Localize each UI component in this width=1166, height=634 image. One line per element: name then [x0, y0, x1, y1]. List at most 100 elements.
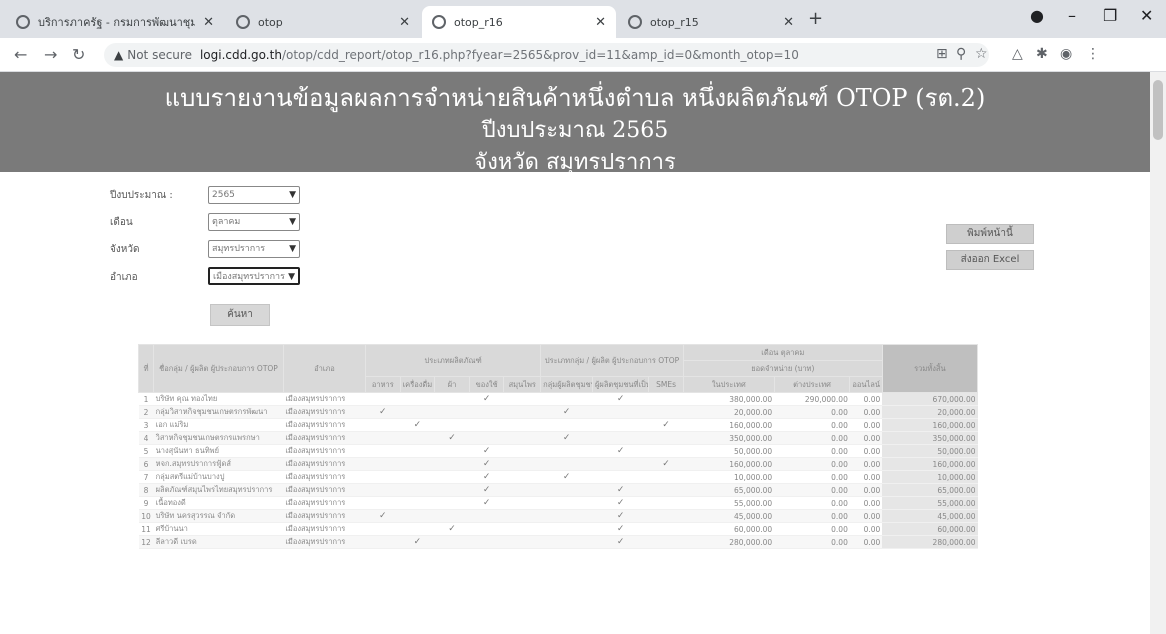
reload-icon[interactable]: ↻ — [72, 45, 85, 64]
filter-year-label: ปีงบประมาณ : — [110, 190, 173, 201]
empty-cell — [503, 457, 541, 471]
header-district: อำเภอ — [282, 344, 367, 393]
translate-icon[interactable]: ⊞ — [936, 46, 948, 62]
tab-title: otop — [258, 15, 283, 29]
check-icon: ✓ — [469, 457, 504, 471]
new-tab-icon[interactable]: + — [808, 8, 823, 29]
table-row: 10 บริษัท นครสุวรรณ จำกัด เมืองสมุทรปราการ… — [138, 509, 978, 523]
row-name: ลีลาวดี เบรด — [153, 535, 284, 549]
row-sales-foreign: 0.00 — [774, 405, 850, 419]
empty-cell — [592, 431, 649, 445]
empty-cell — [503, 496, 541, 510]
alert-icon[interactable]: △ — [1012, 46, 1023, 62]
row-sales-domestic: 160,000.00 — [683, 418, 775, 432]
report-fiscal-year: ปีงบประมาณ 2565 — [481, 118, 669, 143]
browser-tab[interactable]: otop ✕ — [226, 6, 420, 38]
row-district: เมืองสมุทรปราการ — [283, 496, 366, 510]
browser-tab[interactable]: บริการภาครัฐ - กรมการพัฒนาชุมชน ✕ — [6, 6, 224, 38]
table-row: 4 วิสาหกิจชุมชนเกษตรกรแพรกษา เมืองสมุทรปรา… — [138, 431, 978, 445]
check-icon: ✓ — [648, 418, 684, 432]
row-sales-foreign: 0.00 — [774, 509, 850, 523]
filter-province-select[interactable]: สมุทรปราการ ▼ — [208, 240, 300, 258]
row-district: เมืองสมุทรปราการ — [283, 431, 366, 445]
chevron-down-icon: ▼ — [289, 190, 296, 200]
empty-cell — [503, 483, 541, 497]
search-button[interactable]: ค้นหา — [210, 304, 270, 326]
empty-cell — [434, 535, 470, 549]
empty-cell — [400, 470, 435, 484]
empty-cell — [503, 405, 541, 419]
empty-cell — [648, 483, 684, 497]
star-icon[interactable]: ☆ — [975, 46, 988, 62]
page-scrollbar[interactable] — [1150, 72, 1166, 634]
close-icon[interactable]: ✕ — [783, 15, 794, 30]
check-icon: ✓ — [592, 509, 649, 523]
browser-tab[interactable]: otop_r15 ✕ — [618, 6, 804, 38]
window-close-icon[interactable]: ✕ — [1140, 6, 1153, 25]
print-button[interactable]: พิมพ์หน้านี้ — [946, 224, 1034, 244]
empty-cell — [434, 392, 470, 406]
table-row: 2 กลุ่มวิสาหกิจชุมชนเกษตรกรพัฒนา เมืองสมุท… — [138, 405, 978, 419]
row-number: 4 — [138, 431, 154, 445]
row-sales-domestic: 45,000.00 — [683, 509, 775, 523]
empty-cell — [503, 535, 541, 549]
empty-cell — [434, 470, 470, 484]
row-number: 5 — [138, 444, 154, 458]
row-district: เมืองสมุทรปราการ — [283, 470, 366, 484]
table-row: 1 บริษัท คุณ ทองไทย เมืองสมุทรปราการ ✓ ✓ 380,… — [138, 392, 978, 406]
filter-district-label: อำเภอ — [110, 272, 138, 283]
check-icon: ✓ — [434, 431, 470, 445]
row-total: 60,000.00 — [882, 522, 978, 536]
header-type-food: อาหาร — [365, 376, 401, 393]
globe-icon — [236, 15, 250, 29]
row-name: หจก.สมุทรปราการฟู้ดส์ — [153, 457, 284, 471]
empty-cell — [400, 483, 435, 497]
minimize-icon[interactable]: – — [1068, 6, 1076, 25]
row-total: 350,000.00 — [882, 431, 978, 445]
globe-icon — [16, 15, 30, 29]
zoom-icon[interactable]: ⚲ — [956, 46, 966, 62]
empty-cell — [469, 431, 504, 445]
profile-avatar-icon[interactable]: ◉ — [1060, 46, 1072, 62]
extensions-icon[interactable]: ✱ — [1036, 46, 1048, 62]
filter-year-select[interactable]: 2565 ▼ — [208, 186, 300, 204]
header-sales-online: ออนไลน์ — [849, 376, 883, 393]
filter-month-select[interactable]: ตุลาคม ▼ — [208, 213, 300, 231]
check-icon: ✓ — [365, 405, 401, 419]
row-district: เมืองสมุทรปราการ — [283, 392, 366, 406]
table-row: 12 ลีลาวดี เบรด เมืองสมุทรปราการ ✓ ✓ 280,000.… — [138, 535, 978, 549]
row-total: 65,000.00 — [882, 483, 978, 497]
row-district: เมืองสมุทรปราการ — [283, 444, 366, 458]
browser-toolbar: ← → ↻ ▲ Not secure logi.cdd.go.th /otop/… — [0, 38, 1166, 72]
close-icon[interactable]: ✕ — [399, 15, 410, 30]
address-bar[interactable]: ▲ Not secure logi.cdd.go.th /otop/cdd_re… — [104, 43, 989, 67]
empty-cell — [540, 483, 593, 497]
back-icon[interactable]: ← — [14, 45, 27, 64]
record-icon[interactable]: ● — [1030, 6, 1044, 25]
menu-icon[interactable]: ⋮ — [1086, 46, 1100, 62]
empty-cell — [434, 457, 470, 471]
row-number: 12 — [138, 535, 154, 549]
row-sales-online: 0.00 — [849, 522, 883, 536]
empty-cell — [503, 444, 541, 458]
row-sales-online: 0.00 — [849, 405, 883, 419]
maximize-icon[interactable]: ❐ — [1103, 6, 1117, 25]
empty-cell — [503, 418, 541, 432]
filter-district-select[interactable]: เมืองสมุทรปราการ ▼ — [208, 267, 300, 285]
export-excel-button[interactable]: ส่งออก Excel — [946, 250, 1034, 270]
close-icon[interactable]: ✕ — [595, 15, 606, 30]
report-banner: แบบรายงานข้อมูลผลการจำหน่ายสินค้าหนึ่งตำ… — [0, 72, 1150, 175]
row-name: เอก แม่ริม — [153, 418, 284, 432]
forward-icon[interactable]: → — [44, 45, 57, 64]
check-icon: ✓ — [469, 392, 504, 406]
browser-tab-active[interactable]: otop_r16 ✕ — [422, 6, 616, 38]
header-no: ที่ — [137, 344, 155, 393]
scrollbar-thumb[interactable] — [1153, 80, 1163, 140]
row-sales-foreign: 0.00 — [774, 470, 850, 484]
row-sales-domestic: 50,000.00 — [683, 444, 775, 458]
empty-cell — [469, 405, 504, 419]
close-icon[interactable]: ✕ — [203, 15, 214, 30]
tab-title: บริการภาครัฐ - กรมการพัฒนาชุมชน — [38, 16, 196, 29]
empty-cell — [400, 509, 435, 523]
table-row: 5 นางสุนันทา ธนทิพย์ เมืองสมุทรปราการ ✓ ✓ 50,… — [138, 444, 978, 458]
